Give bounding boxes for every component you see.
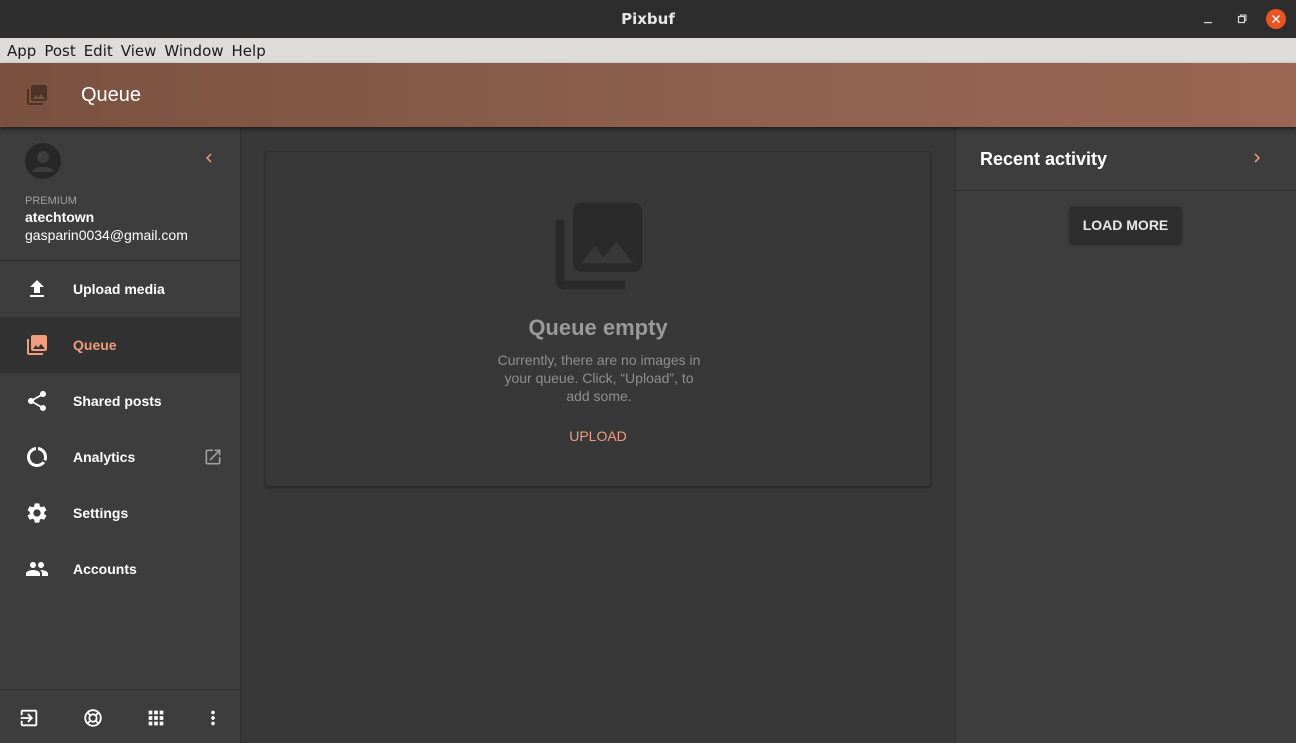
account-tier: PREMIUM: [25, 195, 77, 207]
logout-icon[interactable]: [18, 707, 40, 729]
title-bar: Pixbuf: [0, 0, 1296, 38]
help-icon[interactable]: [82, 707, 104, 729]
user-email: gasparin0034@gmail.com: [25, 227, 188, 243]
sidebar-item-accounts[interactable]: Accounts: [0, 541, 240, 597]
sidebar-item-label: Accounts: [73, 561, 137, 577]
recent-activity-title: Recent activity: [980, 149, 1108, 169]
app-window: Pixbuf App Post Edit View Window Help Qu…: [0, 0, 1296, 743]
empty-state-title: Queue empty: [528, 315, 668, 340]
more-vert-icon[interactable]: [202, 707, 224, 729]
queue-empty-card: Queue empty Currently, there are no imag…: [265, 151, 931, 487]
analytics-icon: [27, 447, 47, 467]
sidebar-item-queue[interactable]: Queue: [0, 317, 240, 373]
page-title: Queue: [81, 83, 142, 106]
menu-view[interactable]: View: [117, 42, 161, 60]
empty-state-description: Currently, there are no images in your q…: [497, 352, 701, 404]
chevron-left-icon[interactable]: [200, 149, 218, 167]
window-title: Pixbuf: [621, 10, 675, 28]
chevron-right-icon[interactable]: [1248, 149, 1266, 167]
open-in-new-icon: [205, 449, 221, 465]
apps-grid-icon[interactable]: [145, 707, 167, 729]
sidebar-item-label: Upload media: [73, 281, 165, 297]
photo-library-icon: [27, 85, 47, 105]
content-area: PREMIUM atechtown gasparin0034@gmail.com…: [0, 127, 1296, 743]
menu-bar: App Post Edit View Window Help: [0, 38, 1296, 63]
app-header: Queue: [0, 63, 1296, 127]
sidebar-footer: [0, 689, 240, 743]
sidebar-item-label: Analytics: [73, 449, 136, 465]
sidebar-item-shared-posts[interactable]: Shared posts: [0, 373, 240, 429]
minimize-button[interactable]: [1198, 9, 1218, 29]
photo-library-icon: [27, 335, 47, 355]
sidebar-item-analytics[interactable]: Analytics: [0, 429, 240, 485]
maximize-button[interactable]: [1232, 9, 1252, 29]
maximize-icon: [1237, 14, 1247, 24]
sidebar-item-label: Queue: [73, 337, 117, 353]
upload-button[interactable]: UPLOAD: [266, 428, 930, 444]
menu-help[interactable]: Help: [228, 42, 270, 60]
sidebar-nav: Upload media Queue Shared posts Analytic…: [0, 261, 240, 597]
sidebar: PREMIUM atechtown gasparin0034@gmail.com…: [0, 127, 241, 743]
username: atechtown: [25, 209, 95, 225]
main-content: Queue empty Currently, there are no imag…: [241, 127, 955, 743]
sidebar-item-label: Settings: [73, 505, 129, 521]
gear-icon: [27, 503, 47, 523]
menu-edit[interactable]: Edit: [80, 42, 117, 60]
menu-post[interactable]: Post: [40, 42, 79, 60]
window-controls: [1198, 9, 1286, 29]
recent-activity-panel: Recent activity LOAD MORE: [955, 127, 1296, 743]
load-more-button[interactable]: LOAD MORE: [1070, 207, 1181, 243]
close-icon: [1272, 15, 1280, 23]
sidebar-item-label: Shared posts: [73, 393, 162, 409]
avatar[interactable]: [25, 143, 61, 179]
menu-app[interactable]: App: [3, 42, 40, 60]
close-button[interactable]: [1266, 9, 1286, 29]
share-icon: [28, 391, 46, 411]
recent-activity-header: Recent activity: [956, 127, 1296, 191]
upload-icon: [30, 280, 44, 297]
photo-library-icon: [555, 202, 643, 290]
profile-section: PREMIUM atechtown gasparin0034@gmail.com: [0, 127, 240, 261]
minimize-icon: [1204, 22, 1212, 24]
people-icon: [26, 562, 48, 576]
sidebar-item-upload-media[interactable]: Upload media: [0, 261, 240, 317]
menu-window[interactable]: Window: [160, 42, 227, 60]
sidebar-item-settings[interactable]: Settings: [0, 485, 240, 541]
